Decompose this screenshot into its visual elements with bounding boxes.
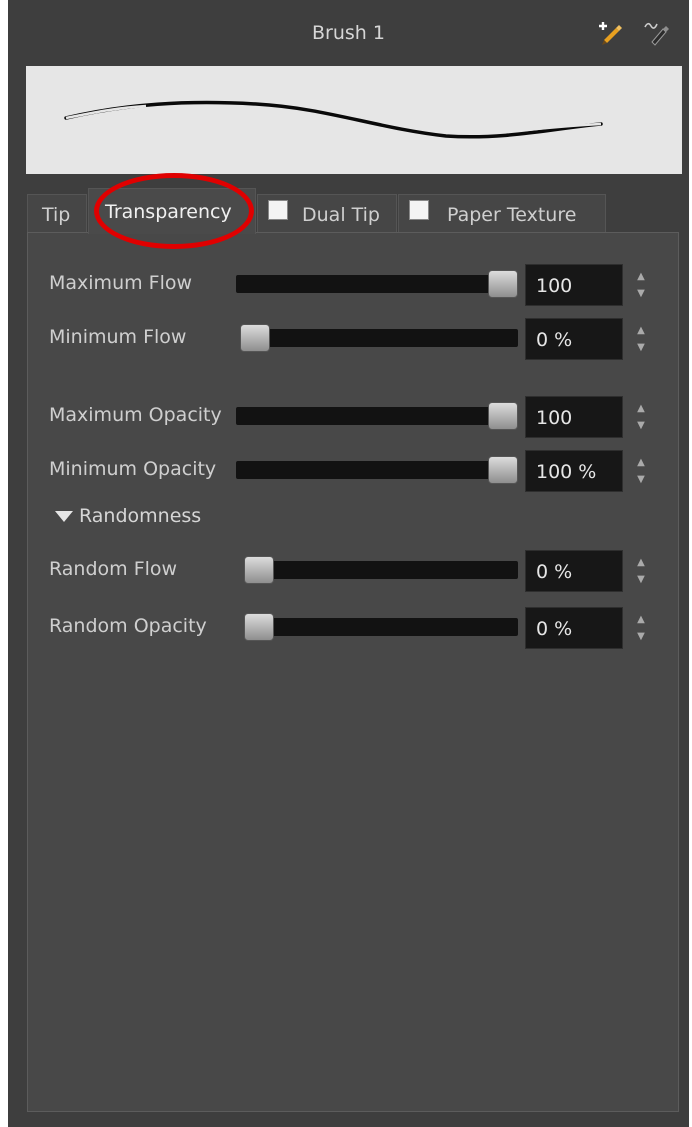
- tab-tip[interactable]: Tip: [27, 194, 87, 232]
- maximum-opacity-spinner[interactable]: ▲ ▼: [634, 400, 648, 434]
- tab-dual-tip-label: Dual Tip: [302, 204, 380, 226]
- slider-knob[interactable]: [488, 456, 518, 484]
- maximum-opacity-row: Maximum Opacity 100 ▲ ▼: [28, 396, 680, 438]
- expand-triangle-icon: [55, 511, 73, 522]
- maximum-opacity-slider[interactable]: [236, 402, 518, 430]
- maximum-flow-label: Maximum Flow: [49, 272, 193, 294]
- random-flow-slider[interactable]: [244, 556, 518, 584]
- slider-knob[interactable]: [240, 324, 270, 352]
- tab-dual-tip[interactable]: Dual Tip: [257, 194, 397, 232]
- random-flow-field[interactable]: 0 %: [525, 550, 623, 592]
- random-opacity-row: Random Opacity 0 % ▲ ▼: [28, 607, 680, 649]
- slider-knob[interactable]: [488, 270, 518, 298]
- random-flow-row: Random Flow 0 % ▲ ▼: [28, 550, 680, 592]
- minimum-opacity-row: Minimum Opacity 100 % ▲ ▼: [28, 450, 680, 492]
- minimum-flow-slider[interactable]: [240, 324, 518, 352]
- slider-knob[interactable]: [244, 613, 274, 641]
- minimum-flow-row: Minimum Flow 0 % ▲ ▼: [28, 318, 680, 360]
- minimum-flow-field[interactable]: 0 %: [525, 318, 623, 360]
- random-opacity-field[interactable]: 0 %: [525, 607, 623, 649]
- tab-paper-texture[interactable]: Paper Texture: [398, 194, 606, 232]
- brush-stroke-preview: [26, 66, 682, 174]
- maximum-flow-field[interactable]: 100: [525, 264, 623, 306]
- random-opacity-slider[interactable]: [244, 613, 518, 641]
- transparency-settings: Maximum Flow 100 ▲ ▼ Minimum Flow 0 % ▲ ▼ …: [27, 232, 679, 1112]
- highlight-circle: [94, 173, 254, 249]
- rename-brush-icon[interactable]: [642, 18, 672, 48]
- tab-paper-texture-label: Paper Texture: [447, 204, 577, 226]
- add-brush-icon[interactable]: [596, 18, 626, 48]
- minimum-flow-spinner[interactable]: ▲ ▼: [634, 322, 648, 356]
- slider-knob[interactable]: [244, 556, 274, 584]
- brush-properties-panel: Brush 1 Tip Transparency Dual Tip Paper …: [8, 0, 689, 1127]
- random-opacity-spinner[interactable]: ▲ ▼: [634, 611, 648, 645]
- tab-tip-label: Tip: [42, 204, 71, 226]
- random-flow-spinner[interactable]: ▲ ▼: [634, 554, 648, 588]
- minimum-opacity-slider[interactable]: [236, 456, 518, 484]
- maximum-opacity-field[interactable]: 100: [525, 396, 623, 438]
- maximum-flow-spinner[interactable]: ▲ ▼: [634, 268, 648, 302]
- random-flow-label: Random Flow: [49, 558, 178, 580]
- paper-texture-checkbox[interactable]: [409, 200, 429, 220]
- panel-title: Brush 1: [312, 22, 385, 44]
- maximum-opacity-label: Maximum Opacity: [49, 404, 222, 426]
- randomness-label: Randomness: [79, 505, 202, 527]
- brush-stroke-graphic: [64, 100, 603, 139]
- maximum-flow-row: Maximum Flow 100 ▲ ▼: [28, 264, 680, 306]
- random-opacity-label: Random Opacity: [49, 615, 207, 637]
- maximum-flow-slider[interactable]: [236, 270, 518, 298]
- slider-knob[interactable]: [488, 402, 518, 430]
- minimum-flow-label: Minimum Flow: [49, 326, 187, 348]
- dual-tip-checkbox[interactable]: [268, 200, 288, 220]
- minimum-opacity-field[interactable]: 100 %: [525, 450, 623, 492]
- minimum-opacity-label: Minimum Opacity: [49, 458, 217, 480]
- minimum-opacity-spinner[interactable]: ▲ ▼: [634, 454, 648, 488]
- randomness-section-toggle[interactable]: Randomness: [55, 505, 201, 527]
